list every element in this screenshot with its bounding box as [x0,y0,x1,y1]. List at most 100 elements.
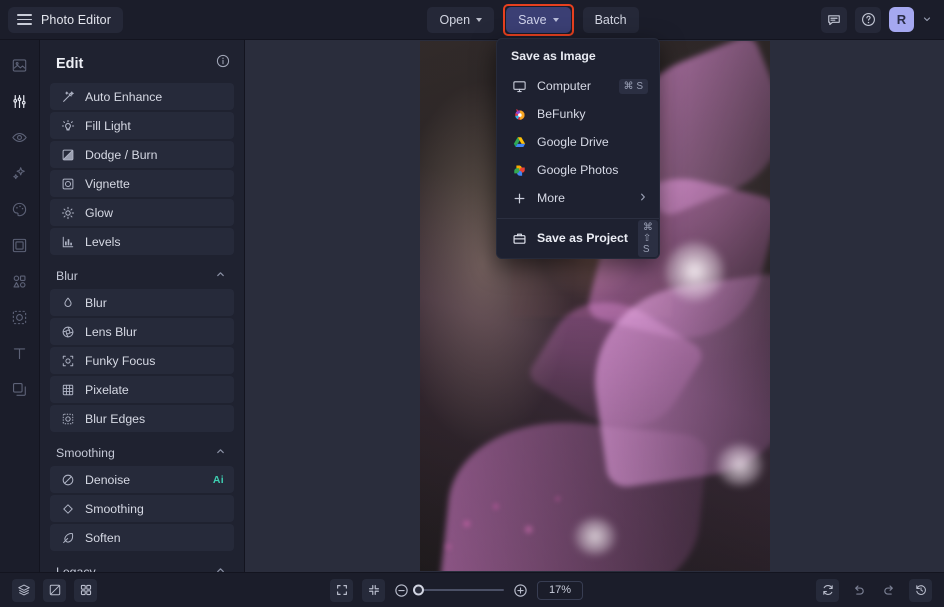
zoom-controls: 17% [105,578,808,602]
section-title: Smoothing [56,446,115,460]
zoom-slider[interactable] [413,584,504,596]
section-header-smoothing[interactable]: Smoothing [50,434,234,466]
tool-label: Smoothing [85,501,144,516]
menu-divider [497,218,659,219]
tool-smoothing[interactable]: Smoothing [50,495,234,522]
fit-screen-icon [368,585,379,595]
rail-item-artsy[interactable] [7,196,33,222]
tool-auto-enhance[interactable]: Auto Enhance [50,83,234,110]
tool-label: Denoise [85,472,131,487]
feedback-button[interactable] [821,6,847,33]
menu-item-label: More [537,191,566,205]
bottom-left-group [12,578,97,602]
funky-focus-icon [60,353,75,368]
rail-item-graphics[interactable] [7,268,33,294]
help-icon [861,13,875,26]
tool-funky-focus[interactable]: Funky Focus [50,347,234,374]
toolbar-left: Photo Editor [0,6,245,33]
fit-screen-button[interactable] [362,578,385,602]
save-menu-item-more[interactable]: More [497,184,659,212]
diamond-icon [60,501,75,516]
tool-label: Glow [85,205,114,220]
edit-panel-header: Edit [40,40,244,83]
batch-button[interactable]: Batch [582,6,639,33]
page-title: Edit [56,55,84,72]
info-button[interactable] [216,54,230,73]
lens-icon [60,324,75,339]
top-toolbar: Photo Editor Open Save Batch R [0,0,944,40]
save-dropdown-menu: Save as Image Computer ⌘ S BeFunky Googl… [496,38,660,259]
app-menu-button[interactable]: Photo Editor [8,6,123,33]
layers-stack-icon [12,382,26,396]
tool-denoise[interactable]: Denoise Ai [50,466,234,493]
rail-item-retouch[interactable] [7,124,33,150]
reset-icon [822,585,833,595]
edit-panel-scroll[interactable]: Auto Enhance Fill Light Dodge / Burn Vig… [40,83,244,572]
bottom-right-group [816,578,932,602]
avatar[interactable]: R [889,7,914,32]
fullscreen-button[interactable] [330,578,353,602]
help-button[interactable] [855,6,881,33]
tool-label: Levels [85,234,121,249]
save-menu-item-google-drive[interactable]: Google Drive [497,128,659,156]
frame-icon [12,238,27,252]
section-header-legacy[interactable]: Legacy [50,553,234,572]
grid-view-button[interactable] [74,578,97,602]
tool-glow[interactable]: Glow [50,199,234,226]
compare-button[interactable] [43,578,66,602]
rail-item-image[interactable] [7,52,33,78]
photo-editor-app: Photo Editor Open Save Batch R Edit Auto… [0,0,944,607]
tool-label: Blur Edges [85,411,146,426]
tool-blur-edges[interactable]: Blur Edges [50,405,234,432]
glow-icon [60,205,75,220]
history-button[interactable] [909,578,932,602]
feather-icon [60,530,75,545]
layers-button[interactable] [12,578,35,602]
chevron-up-icon [215,446,226,460]
tool-pixelate[interactable]: Pixelate [50,376,234,403]
avatar-chevron-down-icon[interactable] [922,11,932,29]
undo-button[interactable] [847,579,870,602]
open-button[interactable]: Open [427,6,495,33]
zoom-slider-handle[interactable] [413,584,424,596]
save-button[interactable]: Save [506,6,571,33]
save-menu-item-save-as-project[interactable]: Save as Project ⌘ ⇧ S [497,219,659,257]
reset-button[interactable] [816,578,839,602]
grid-view-icon [80,584,91,596]
tool-vignette[interactable]: Vignette [50,170,234,197]
section-header-blur[interactable]: Blur [50,257,234,289]
tool-label: Lens Blur [85,324,137,339]
tool-lens-blur[interactable]: Lens Blur [50,318,234,345]
menu-item-label: Google Photos [537,163,619,177]
blur-edges-icon [60,411,75,426]
layers-icon [17,584,30,596]
save-menu-item-google-photos[interactable]: Google Photos [497,156,659,184]
palette-icon [12,202,27,216]
section-title: Blur [56,269,78,283]
tool-fill-light[interactable]: Fill Light [50,112,234,139]
tool-levels[interactable]: Levels [50,228,234,255]
rail-item-overlays[interactable] [7,304,33,330]
chevron-right-icon [638,192,648,205]
redo-button[interactable] [878,579,901,602]
grid-icon [60,382,75,397]
zoom-slider-track[interactable] [413,584,504,596]
levels-icon [60,234,75,249]
vignette-icon [60,176,75,191]
rail-item-edit[interactable] [7,88,33,114]
rail-item-effects[interactable] [7,160,33,186]
tool-soften[interactable]: Soften [50,524,234,551]
tool-blur[interactable]: Blur [50,289,234,316]
save-menu-item-computer[interactable]: Computer ⌘ S [497,72,659,100]
rail-item-layers[interactable] [7,376,33,402]
zoom-in-button[interactable] [513,583,528,598]
rail-item-text[interactable] [7,340,33,366]
save-menu-item-befunky[interactable]: BeFunky [497,100,659,128]
zoom-level-value[interactable]: 17% [537,580,583,600]
zoom-out-button[interactable] [394,583,409,598]
rail-item-frames[interactable] [7,232,33,258]
menu-item-label: BeFunky [537,107,586,121]
edit-panel: Edit Auto Enhance Fill Light Dodge / Bur… [40,40,245,572]
tool-dodge-burn[interactable]: Dodge / Burn [50,141,234,168]
history-icon [915,585,926,595]
